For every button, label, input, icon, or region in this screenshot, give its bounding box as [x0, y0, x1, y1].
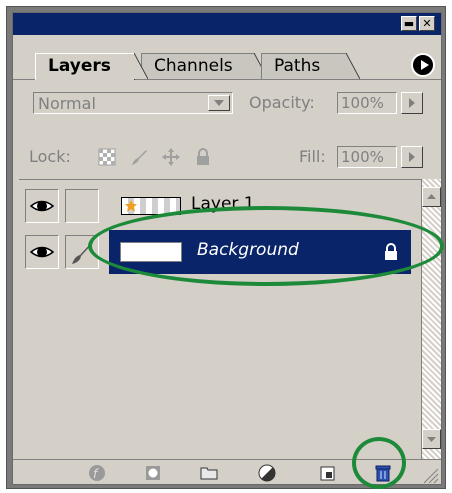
layer-row-layer1[interactable]: Layer 1 — [19, 184, 411, 228]
palette-titlebar[interactable]: ▬ ✕ — [13, 13, 441, 35]
layer-thumbnail — [121, 197, 181, 215]
tab-channels-label: Channels — [154, 56, 233, 76]
opacity-label: Opacity: — [249, 93, 315, 112]
scroll-up-button[interactable] — [422, 187, 441, 207]
blend-mode-select[interactable]: Normal — [33, 92, 233, 114]
minimize-button[interactable]: ▬ — [401, 16, 417, 31]
fill-slider-button[interactable] — [401, 146, 423, 168]
layers-list: Layer 1 Background — [19, 179, 421, 460]
eye-icon — [29, 200, 55, 212]
lock-label: Lock: — [29, 147, 71, 166]
close-button[interactable]: ✕ — [419, 16, 435, 31]
palette-bottom-bar: f — [13, 459, 441, 484]
layers-palette: ▬ ✕ Layers Channels Paths Normal Opacity… — [12, 12, 442, 485]
visibility-toggle[interactable] — [25, 189, 59, 223]
chevron-down-icon — [427, 437, 436, 442]
layer-name: Layer 1 — [191, 194, 255, 214]
tab-channels[interactable]: Channels — [141, 53, 255, 79]
scroll-down-button[interactable] — [422, 429, 441, 449]
blend-mode-value: Normal — [38, 94, 96, 113]
lock-all-icon[interactable] — [193, 147, 213, 167]
tab-strip: Layers Channels Paths — [13, 35, 441, 80]
lock-icon — [385, 243, 397, 260]
chevron-up-icon — [427, 194, 436, 199]
layer-row-background[interactable]: Background — [19, 230, 411, 274]
tab-paths-slant — [346, 53, 360, 79]
lock-transparency-icon[interactable] — [97, 147, 117, 167]
star-icon — [125, 200, 137, 212]
mask-icon[interactable] — [143, 463, 163, 483]
minimize-icon: ▬ — [403, 17, 415, 30]
adjustment-layer-icon[interactable] — [257, 463, 277, 483]
opacity-slider-button[interactable] — [401, 92, 423, 114]
eye-icon — [29, 246, 55, 258]
layer-name: Background — [197, 240, 299, 260]
layer-style-icon[interactable]: f — [87, 463, 107, 483]
brush-icon — [72, 242, 93, 264]
tab-layers-slant — [134, 53, 148, 79]
tab-paths-label: Paths — [274, 56, 321, 76]
new-layer-icon[interactable] — [317, 463, 337, 483]
tab-layers[interactable]: Layers — [35, 53, 135, 80]
folder-icon[interactable] — [199, 463, 219, 483]
palette-frame: ▬ ✕ Layers Channels Paths Normal Opacity… — [6, 6, 446, 489]
tab-layers-label: Layers — [48, 56, 111, 76]
opacity-field[interactable]: 100% — [337, 92, 397, 114]
link-toggle[interactable] — [65, 189, 99, 223]
palette-menu-button[interactable] — [411, 53, 435, 77]
tab-paths[interactable]: Paths — [261, 53, 347, 79]
lock-move-icon[interactable] — [161, 147, 181, 167]
layers-scrollbar[interactable] — [421, 179, 441, 459]
chevron-down-icon[interactable] — [208, 95, 230, 111]
trash-icon[interactable] — [373, 463, 393, 483]
lock-brush-icon[interactable] — [129, 147, 149, 167]
fill-label: Fill: — [299, 147, 326, 166]
layer-thumbnail — [120, 242, 182, 262]
close-icon: ✕ — [422, 17, 432, 30]
blend-row: Normal Opacity: 100% — [13, 80, 441, 120]
resize-grip-icon[interactable] — [421, 466, 439, 484]
fill-field[interactable]: 100% — [337, 146, 397, 168]
visibility-toggle[interactable] — [25, 235, 59, 269]
brush-toggle[interactable] — [65, 235, 99, 269]
